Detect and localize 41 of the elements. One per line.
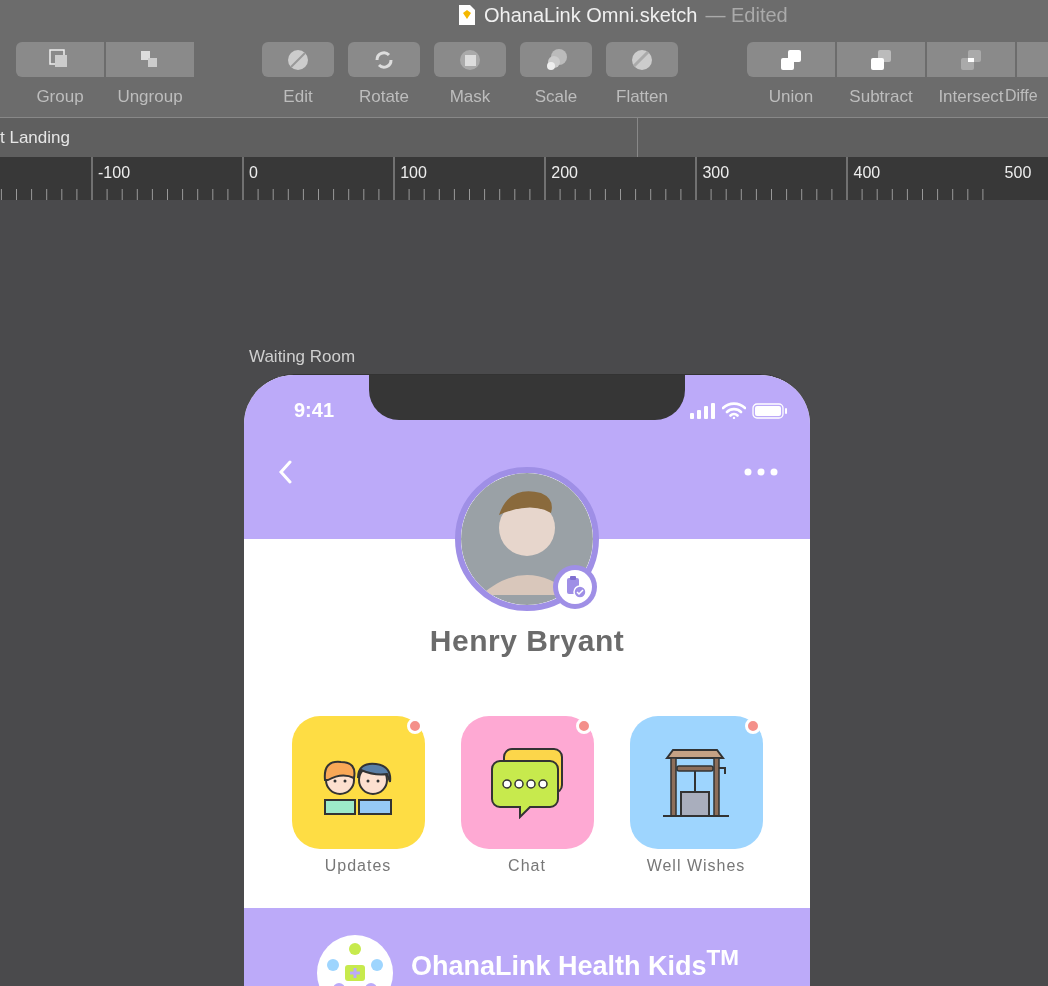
tile-button[interactable]: [291, 716, 425, 849]
toolbar-button[interactable]: [747, 42, 835, 77]
tile-button[interactable]: [460, 716, 594, 849]
toolbar-button[interactable]: [106, 42, 194, 77]
toolbar-label: Subtract: [849, 87, 913, 107]
toolbar-label: Rotate: [358, 87, 410, 107]
toolbar-button[interactable]: [520, 42, 592, 77]
toolbar-label: Edit: [283, 87, 313, 107]
toolbar-label: Flatten: [616, 87, 668, 107]
toolbar-button[interactable]: [927, 42, 1015, 77]
tile-label: Well Wishes: [646, 857, 746, 875]
toolbar-label: Diffe: [1005, 87, 1038, 105]
more-icon[interactable]: [744, 468, 778, 476]
tile-label: Updates: [324, 857, 392, 875]
wifi-icon: [722, 402, 746, 419]
status-time: 9:41: [294, 399, 335, 422]
toolbar-button[interactable]: [16, 42, 104, 77]
toolbar-button[interactable]: [348, 42, 420, 77]
toolbar-label: Scale: [534, 87, 578, 107]
battery-icon: [752, 402, 788, 419]
document-icon: [458, 4, 476, 26]
toolbar-label: Union: [768, 87, 814, 107]
back-icon[interactable]: [278, 460, 292, 484]
brand-name: OhanaLink Health Kids$^{TM}$: [411, 945, 740, 982]
chat-bubbles-icon: [490, 746, 564, 819]
toolbar-button[interactable]: [837, 42, 925, 77]
toolbar-button[interactable]: [606, 42, 678, 77]
toolbar-button[interactable]: [434, 42, 506, 77]
profile-name: Henry Bryant: [429, 623, 625, 659]
window-title: OhanaLink Omni.sketch: [484, 3, 698, 27]
toolbar-label: Mask: [449, 87, 491, 107]
tile-label: Chat: [508, 857, 546, 875]
artboard-name: Waiting Room: [249, 347, 357, 368]
toolbar-label: Intersect: [938, 87, 1004, 107]
toolbar-button[interactable]: [262, 42, 334, 77]
edited-status: — Edited: [705, 3, 788, 27]
ruler: -100 0 100 200 300 400 500: [0, 157, 1048, 200]
toolbar-label: Ungroup: [117, 87, 183, 107]
signal-icon: [690, 402, 716, 419]
toolbar-label: Group: [36, 87, 84, 107]
tile-button[interactable]: [629, 716, 763, 849]
